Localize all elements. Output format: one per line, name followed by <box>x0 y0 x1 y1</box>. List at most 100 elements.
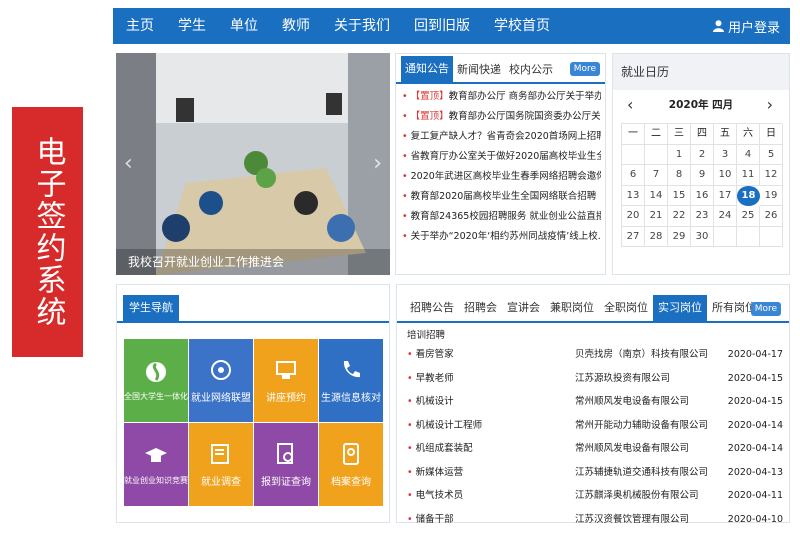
top-navigation: 主页 学生 单位 教师 关于我们 回到旧版 学校首页 用户登录 <box>113 8 790 44</box>
list-item[interactable]: • 关于举办“2020年‘相约苏州同战疫情’线上校... <box>402 227 601 247</box>
table-row[interactable]: • 早教老师 江苏源玖投资有限公司 2020-04-15 <box>407 367 783 391</box>
calendar-day[interactable]: 12 <box>760 165 783 186</box>
nav-home[interactable]: 主页 <box>113 8 166 44</box>
weekday-header: 四 <box>691 124 714 145</box>
carousel-caption[interactable]: 我校召开就业创业工作推进会 <box>116 249 390 275</box>
news-carousel[interactable]: ‹ › 我校召开就业创业工作推进会 <box>116 53 390 275</box>
job-title[interactable]: • 机组成套装配 <box>407 437 575 461</box>
calendar-day[interactable]: 17 <box>714 185 737 206</box>
e-sign-system-banner[interactable]: 电子签约系统 <box>12 107 83 357</box>
calendar-day[interactable]: 23 <box>691 206 714 227</box>
list-item[interactable]: • 2020年武进区高校毕业生春季网络招聘会邀你来! <box>402 167 601 187</box>
survey-icon <box>208 441 234 467</box>
table-row[interactable]: • 机械设计 常州顺风发电设备有限公司 2020-04-15 <box>407 390 783 414</box>
calendar-day[interactable]: 27 <box>622 226 645 247</box>
calendar-day[interactable]: 3 <box>714 144 737 165</box>
list-item[interactable]: •省教育厅办公室关于做好2020届高校毕业生全国... <box>402 147 601 167</box>
nav-teachers[interactable]: 教师 <box>270 8 322 44</box>
tab-presentations[interactable]: 宣讲会 <box>502 295 545 321</box>
job-tabs: 招聘公告 招聘会 宣讲会 兼职岗位 全职岗位 实习岗位 所有岗位 More <box>397 285 789 323</box>
calendar-day[interactable]: 29 <box>668 226 691 247</box>
calendar-day[interactable]: 26 <box>760 206 783 227</box>
calendar-day[interactable]: 6 <box>622 165 645 186</box>
calendar-day[interactable]: 22 <box>668 206 691 227</box>
nav-employers[interactable]: 单位 <box>218 8 270 44</box>
calendar-day[interactable]: 2 <box>691 144 714 165</box>
calendar-day[interactable]: 13 <box>622 185 645 206</box>
tab-internship[interactable]: 实习岗位 <box>653 295 707 321</box>
list-item[interactable]: •【置顶】教育部办公厅国务院国资委办公厅关于... <box>402 107 601 127</box>
calendar-day[interactable]: 25 <box>737 206 760 227</box>
table-row[interactable]: • 新媒体运营 江苏辅捷轨道交通科技有限公司 2020-04-13 <box>407 461 783 485</box>
student-nav-tile[interactable]: 全国大学生一体化 <box>124 339 188 422</box>
notice-more-button[interactable]: More <box>569 62 600 76</box>
tab-notices[interactable]: 通知公告 <box>401 56 453 82</box>
job-title[interactable]: • 储备干部 <box>407 508 575 532</box>
calendar-day[interactable]: 8 <box>668 165 691 186</box>
list-item[interactable]: •【置顶】教育部办公厅 商务部办公厅关于举办电... <box>402 87 601 107</box>
calendar-day[interactable]: 21 <box>645 206 668 227</box>
job-title[interactable]: • 新媒体运营 <box>407 461 575 485</box>
job-date: 2020-04-15 <box>727 372 783 384</box>
job-title[interactable]: • 早教老师 <box>407 367 575 391</box>
job-title[interactable]: • 机械设计工程师 <box>407 414 575 438</box>
tab-part-time[interactable]: 兼职岗位 <box>545 295 599 321</box>
calendar-day[interactable]: 20 <box>622 206 645 227</box>
weekday-header: 日 <box>760 124 783 145</box>
table-row[interactable]: • 看房管家 贝壳找房（南京）科技有限公司 2020-04-17 <box>407 343 783 367</box>
weekday-header: 三 <box>668 124 691 145</box>
student-nav-tile[interactable]: 档案查询 <box>319 423 383 506</box>
calendar-day[interactable]: 30 <box>691 226 714 247</box>
calendar-day[interactable]: 19 <box>760 185 783 206</box>
tab-job-fairs[interactable]: 招聘会 <box>459 295 502 321</box>
nav-old-version[interactable]: 回到旧版 <box>402 8 482 44</box>
calendar-day[interactable]: 28 <box>645 226 668 247</box>
calendar-day[interactable]: 7 <box>645 165 668 186</box>
calendar-day[interactable]: 15 <box>668 185 691 206</box>
calendar-day[interactable]: 9 <box>691 165 714 186</box>
list-item[interactable]: •复工复产缺人才？省青奇会2020首场网上招聘会... <box>402 127 601 147</box>
calendar-day[interactable]: 5 <box>760 144 783 165</box>
nav-about[interactable]: 关于我们 <box>322 8 402 44</box>
calendar-day[interactable]: 4 <box>737 144 760 165</box>
job-title[interactable]: • 电气技术员 <box>407 484 575 508</box>
calendar-day[interactable]: 14 <box>645 185 668 206</box>
next-month-icon[interactable]: › <box>767 95 773 114</box>
tab-news[interactable]: 新闻快递 <box>453 58 505 82</box>
student-nav-tile[interactable]: 讲座预约 <box>254 339 318 422</box>
tab-job-announcements[interactable]: 招聘公告 <box>405 295 459 321</box>
calendar-day[interactable]: 18 <box>737 185 760 206</box>
table-row[interactable]: • 储备干部 江苏汉资餐饮管理有限公司 2020-04-10 <box>407 508 783 532</box>
student-navigation-panel: 学生导航 全国大学生一体化 就业网络联盟 讲座预约 生源信息核对 就业创业知识竞赛 就业调… <box>116 284 390 523</box>
calendar-day[interactable]: 10 <box>714 165 737 186</box>
tab-campus-notice[interactable]: 校内公示 <box>505 58 557 82</box>
student-nav-tile[interactable]: 生源信息核对 <box>319 339 383 422</box>
table-row[interactable]: • 电气技术员 江苏麒泽奥机械股份有限公司 2020-04-11 <box>407 484 783 508</box>
login-button[interactable]: 用户登录 <box>712 8 780 44</box>
student-nav-tile[interactable]: 就业调查 <box>189 423 253 506</box>
job-company: 常州开能动力辅助设备有限公司 <box>575 419 709 431</box>
jobs-more-button[interactable]: More <box>750 302 781 316</box>
list-item[interactable]: • 教育部2020届高校毕业生全国网络联合招聘 <box>402 187 601 207</box>
list-item[interactable]: •教育部24365校园招聘服务 就业创业公益直播课... <box>402 207 601 227</box>
archive-icon <box>338 441 364 467</box>
job-title[interactable]: • 机械设计 <box>407 390 575 414</box>
calendar-day[interactable]: 16 <box>691 185 714 206</box>
calendar-day[interactable]: 24 <box>714 206 737 227</box>
carousel-next-icon[interactable]: › <box>373 151 382 176</box>
calendar-month: 2020年 四月 <box>668 99 734 111</box>
job-title[interactable]: • 看房管家 <box>407 343 575 367</box>
tab-full-time[interactable]: 全职岗位 <box>599 295 653 321</box>
nav-school-home[interactable]: 学校首页 <box>482 8 562 44</box>
weekday-header: 一 <box>622 124 645 145</box>
calendar-day[interactable]: 1 <box>668 144 691 165</box>
table-row[interactable]: • 机组成套装配 常州顺风发电设备有限公司 2020-04-14 <box>407 437 783 461</box>
carousel-prev-icon[interactable]: ‹ <box>124 151 133 176</box>
meeting-photo <box>116 53 390 275</box>
student-nav-tile[interactable]: 就业网络联盟 <box>189 339 253 422</box>
table-row[interactable]: • 机械设计工程师 常州开能动力辅助设备有限公司 2020-04-14 <box>407 414 783 438</box>
student-nav-tile[interactable]: 就业创业知识竞赛 <box>124 423 188 506</box>
nav-students[interactable]: 学生 <box>166 8 218 44</box>
calendar-day[interactable]: 11 <box>737 165 760 186</box>
student-nav-tile[interactable]: 报到证查询 <box>254 423 318 506</box>
